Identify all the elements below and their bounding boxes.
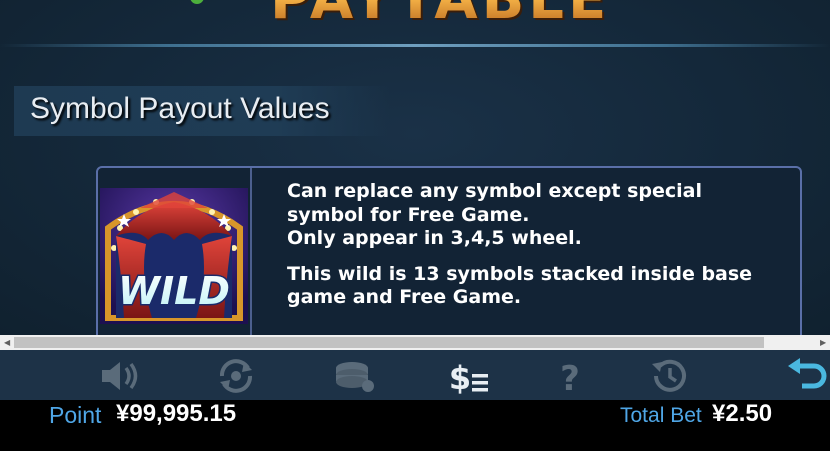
paytable-icon[interactable]: $: [446, 358, 490, 394]
desc-line-4: This wild is 13 symbols stacked inside b…: [287, 262, 753, 285]
help-icon[interactable]: ?: [548, 358, 592, 394]
svg-text:$: $: [449, 359, 471, 394]
bottom-toolbar: $ ?: [0, 350, 830, 400]
wild-text: WILD: [118, 269, 230, 313]
autoplay-icon[interactable]: [214, 358, 258, 394]
scrollbar-thumb[interactable]: [14, 337, 764, 348]
desc-line-5: game and Free Game.: [287, 286, 522, 308]
scroll-right-icon[interactable]: ▶: [820, 338, 826, 347]
desc-line-3: Only appear in 3,4,5 wheel.: [287, 227, 582, 249]
chips-icon[interactable]: [332, 358, 376, 394]
horizontal-scrollbar[interactable]: ◀ ▶: [0, 335, 830, 350]
wild-symbol-card: WILD Can replace any symbol except speci…: [96, 166, 802, 346]
desc-line-1: Can replace any symbol except special: [287, 180, 702, 202]
page-title: PAYTABLE: [270, 0, 630, 30]
sound-icon[interactable]: [98, 358, 142, 394]
point-value: ¥99,995.15: [116, 400, 237, 427]
scroll-left-icon[interactable]: ◀: [4, 338, 10, 347]
history-icon[interactable]: [648, 358, 692, 394]
card-divider: [250, 168, 252, 344]
back-icon[interactable]: [786, 358, 830, 394]
total-bet-label: Total Bet: [620, 404, 702, 427]
total-bet-value: ¥2.50: [712, 400, 773, 427]
section-title: Symbol Payout Values: [30, 92, 330, 125]
desc-line-2: symbol for Free Game.: [287, 203, 530, 226]
point-label: Point: [49, 402, 102, 428]
svg-text:?: ?: [560, 359, 580, 394]
header-divider: [0, 44, 830, 47]
wild-description: Can replace any symbol except special sy…: [287, 180, 787, 310]
status-bar: Point ¥99,995.15 Total Bet ¥2.50: [0, 400, 830, 451]
wild-symbol-image: WILD: [100, 188, 248, 324]
